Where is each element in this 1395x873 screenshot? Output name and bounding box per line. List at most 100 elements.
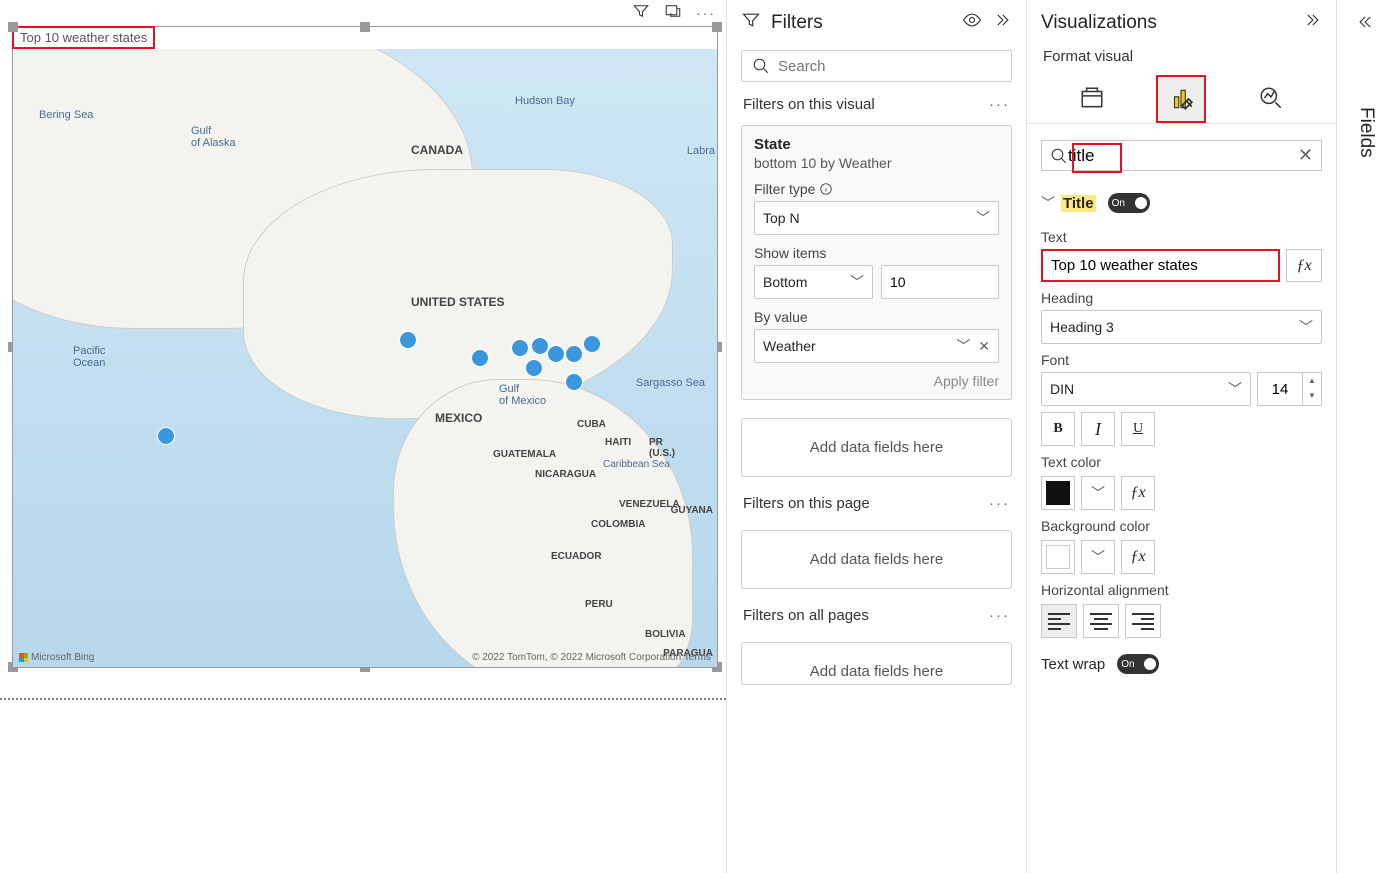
format-visual-label: Format visual: [1027, 42, 1336, 71]
halign-label: Horizontal alignment: [1041, 582, 1322, 598]
search-icon: [752, 57, 770, 75]
map-label: ECUADOR: [551, 551, 602, 562]
bg-color-dropdown[interactable]: ﹀: [1081, 540, 1115, 574]
show-items-label: Show items: [754, 245, 999, 261]
microsoft-logo-icon: [19, 653, 28, 662]
filter-card-state[interactable]: State bottom 10 by Weather Filter type T…: [741, 125, 1012, 400]
filters-page-section[interactable]: Filters on this page···: [727, 489, 1026, 518]
align-right-button[interactable]: [1125, 604, 1161, 638]
map-label: GUATEMALA: [493, 449, 556, 460]
filters-all-section[interactable]: Filters on all pages···: [727, 601, 1026, 630]
more-icon[interactable]: ···: [989, 96, 1010, 113]
resize-handle[interactable]: [8, 22, 18, 32]
viz-tab-row: [1027, 71, 1336, 124]
font-label: Font: [1041, 352, 1322, 368]
filter-type-select[interactable]: Top N﹀: [754, 201, 999, 235]
by-value-field[interactable]: Weather ﹀ ✕: [754, 329, 999, 363]
filters-search-input[interactable]: [778, 58, 1001, 75]
font-family-select[interactable]: DIN﹀: [1041, 372, 1251, 406]
visualizations-pane: Visualizations Format visual ✕ ﹀ Title O…: [1027, 0, 1337, 873]
map-label: Pacific Ocean: [73, 345, 105, 369]
map-label: Gulf of Alaska: [191, 125, 236, 149]
text-wrap-row: Text wrap On: [1041, 638, 1322, 682]
more-icon[interactable]: ···: [989, 495, 1010, 512]
text-color-swatch[interactable]: [1041, 476, 1075, 510]
title-section-header[interactable]: ﹀ Title On: [1041, 185, 1322, 221]
map-data-point[interactable]: [157, 427, 175, 445]
filters-visual-section[interactable]: Filters on this visual···: [727, 90, 1026, 119]
show-count-input[interactable]: [881, 265, 999, 299]
bg-color-swatch[interactable]: [1041, 540, 1075, 574]
align-center-button[interactable]: [1083, 604, 1119, 638]
map-label: UNITED STATES: [411, 295, 505, 309]
map-label: COLOMBIA: [591, 519, 645, 530]
fields-title: Fields: [1355, 47, 1377, 158]
fx-button[interactable]: ƒx: [1121, 476, 1155, 510]
map-data-point[interactable]: [583, 335, 601, 353]
map-label: NICARAGUA: [535, 469, 596, 480]
map-visual[interactable]: Top 10 weather states Bering Sea Gulf of…: [12, 26, 718, 668]
title-text-input[interactable]: [1041, 249, 1280, 282]
collapse-icon[interactable]: [992, 10, 1012, 36]
remove-icon[interactable]: ✕: [978, 338, 990, 355]
analytics-tab[interactable]: [1246, 75, 1296, 123]
map-label: Gulf of Mexico: [499, 383, 546, 407]
map-data-point[interactable]: [399, 331, 417, 349]
map-data-point[interactable]: [471, 349, 489, 367]
map-data-point[interactable]: [547, 345, 565, 363]
add-fields-page[interactable]: Add data fields here: [741, 530, 1012, 589]
spin-up-icon[interactable]: ▲: [1303, 373, 1321, 388]
chevron-down-icon: ﹀: [850, 272, 864, 292]
map-data-point[interactable]: [565, 373, 583, 391]
resize-handle[interactable]: [712, 22, 722, 32]
resize-handle[interactable]: [360, 22, 370, 32]
format-visual-tab[interactable]: [1156, 75, 1206, 123]
format-search-input[interactable]: [1068, 146, 1298, 166]
report-canvas: ··· Top 10 weather states Bering Sea Gul…: [0, 0, 727, 873]
visual-title: Top 10 weather states: [12, 26, 155, 49]
info-icon[interactable]: [819, 182, 833, 196]
align-left-button[interactable]: [1041, 604, 1077, 638]
visual-header-toolbar: ···: [632, 0, 716, 27]
clear-search-icon[interactable]: ✕: [1298, 145, 1313, 166]
bold-button[interactable]: B: [1041, 412, 1075, 446]
expand-icon[interactable]: [1356, 0, 1376, 47]
filters-search[interactable]: [741, 50, 1012, 82]
eye-icon[interactable]: [962, 10, 982, 36]
more-icon[interactable]: ···: [989, 607, 1010, 624]
collapse-icon[interactable]: [1302, 10, 1322, 36]
spin-down-icon[interactable]: ▼: [1303, 388, 1321, 403]
map-label: BOLIVIA: [645, 629, 686, 640]
more-options-icon[interactable]: ···: [696, 5, 716, 21]
add-fields-all[interactable]: Add data fields here: [741, 642, 1012, 685]
filters-pane: Filters Filters on this visual··· State …: [727, 0, 1027, 873]
text-color-dropdown[interactable]: ﹀: [1081, 476, 1115, 510]
focus-mode-icon[interactable]: [664, 2, 682, 23]
filters-header: Filters: [727, 0, 1026, 42]
fx-button[interactable]: ƒx: [1286, 249, 1322, 282]
format-search[interactable]: ✕: [1041, 140, 1322, 171]
apply-filter-link[interactable]: Apply filter: [754, 373, 999, 389]
text-wrap-toggle[interactable]: On: [1117, 654, 1159, 674]
map-background[interactable]: Bering Sea Gulf of Alaska Hudson Bay Lab…: [13, 49, 717, 667]
map-data-point[interactable]: [565, 345, 583, 363]
title-toggle[interactable]: On: [1108, 193, 1150, 213]
heading-select[interactable]: Heading 3﹀: [1041, 310, 1322, 344]
fields-pane-collapsed[interactable]: Fields: [1337, 0, 1395, 873]
map-data-point[interactable]: [511, 339, 529, 357]
chevron-down-icon: ﹀: [1041, 193, 1055, 213]
map-data-point[interactable]: [525, 359, 543, 377]
show-direction-select[interactable]: Bottom﹀: [754, 265, 873, 299]
filter-icon[interactable]: [632, 2, 650, 23]
filter-icon: [741, 10, 761, 36]
viz-header: Visualizations: [1027, 0, 1336, 42]
canvas-separator: [0, 698, 726, 700]
build-visual-tab[interactable]: [1067, 75, 1117, 123]
fx-button[interactable]: ƒx: [1121, 540, 1155, 574]
underline-button[interactable]: U: [1121, 412, 1155, 446]
add-fields-visual[interactable]: Add data fields here: [741, 418, 1012, 477]
map-attribution-copyright[interactable]: © 2022 TomTom, © 2022 Microsoft Corporat…: [472, 652, 711, 663]
font-size-input[interactable]: ▲▼: [1257, 372, 1322, 406]
by-value-label: By value: [754, 309, 999, 325]
italic-button[interactable]: I: [1081, 412, 1115, 446]
